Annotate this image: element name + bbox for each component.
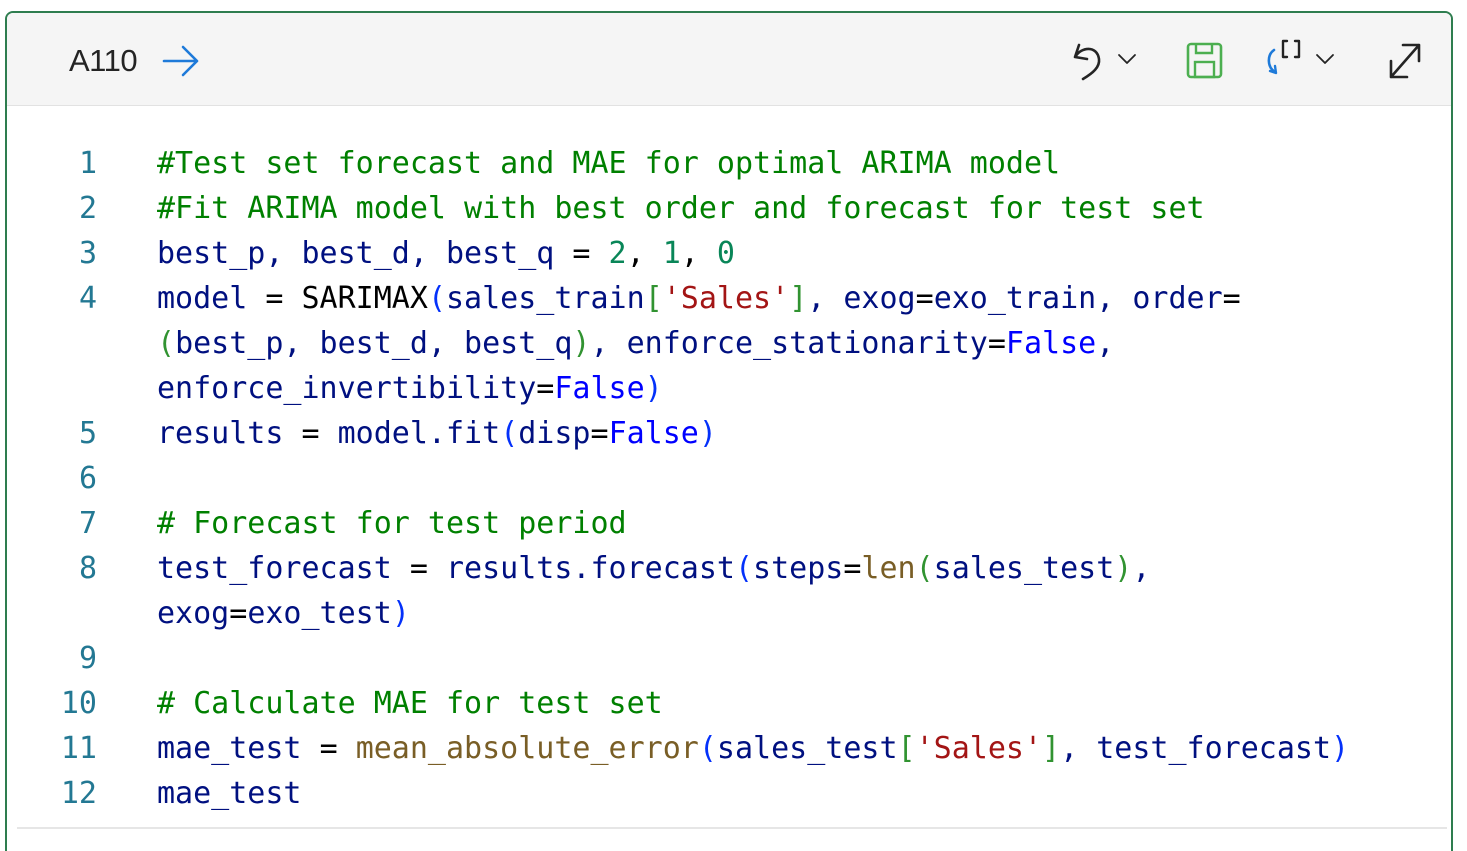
line-number: 10 [60, 686, 97, 721]
chevron-down-icon[interactable] [1313, 35, 1339, 85]
notebook-cell[interactable]: A110 1 2 3 4 5 6 7 8 9 10 11 12 #Test se… [5, 11, 1453, 851]
line-number: 6 [78, 461, 97, 496]
line-number: 8 [78, 551, 97, 586]
line-number: 7 [78, 506, 97, 541]
code-line: test_forecast = results.forecast(steps=l… [157, 551, 1151, 586]
code-line: #Fit ARIMA model with best order and for… [157, 191, 1205, 226]
line-number: 9 [78, 641, 97, 676]
divider [17, 827, 1447, 829]
code-line: results = model.fit(disp=False) [157, 416, 717, 451]
line-number: 11 [60, 731, 97, 766]
code-line: model = SARIMAX(sales_train['Sales'], ex… [157, 281, 1241, 316]
cell-header: A110 [7, 13, 1451, 106]
code-line-wrap: (best_p, best_d, best_q), enforce_statio… [157, 326, 1115, 361]
code-line: # Calculate MAE for test set [157, 686, 663, 721]
code-line: mae_test [157, 776, 302, 811]
code-line-wrap: exog=exo_test) [157, 596, 410, 631]
code-line: #Test set forecast and MAE for optimal A… [157, 146, 1061, 181]
reset-icon[interactable] [1263, 35, 1311, 85]
line-number: 5 [78, 416, 97, 451]
cell-reference: A110 [69, 43, 138, 78]
line-number: 3 [78, 236, 97, 271]
code-line: mae_test = mean_absolute_error(sales_tes… [157, 731, 1350, 766]
line-number: 4 [78, 281, 97, 316]
expand-icon[interactable] [1381, 35, 1429, 85]
save-icon[interactable] [1183, 35, 1227, 85]
line-number: 2 [78, 191, 97, 226]
code-line: best_p, best_d, best_q = 2, 1, 0 [157, 236, 735, 271]
code-line-wrap: enforce_invertibility=False) [157, 371, 663, 406]
arrow-right-icon[interactable] [161, 43, 203, 79]
line-number: 1 [78, 146, 97, 181]
code-line: # Forecast for test period [157, 506, 627, 541]
chevron-down-icon[interactable] [1115, 35, 1141, 85]
line-number: 12 [60, 776, 97, 811]
undo-icon[interactable] [1067, 35, 1111, 85]
